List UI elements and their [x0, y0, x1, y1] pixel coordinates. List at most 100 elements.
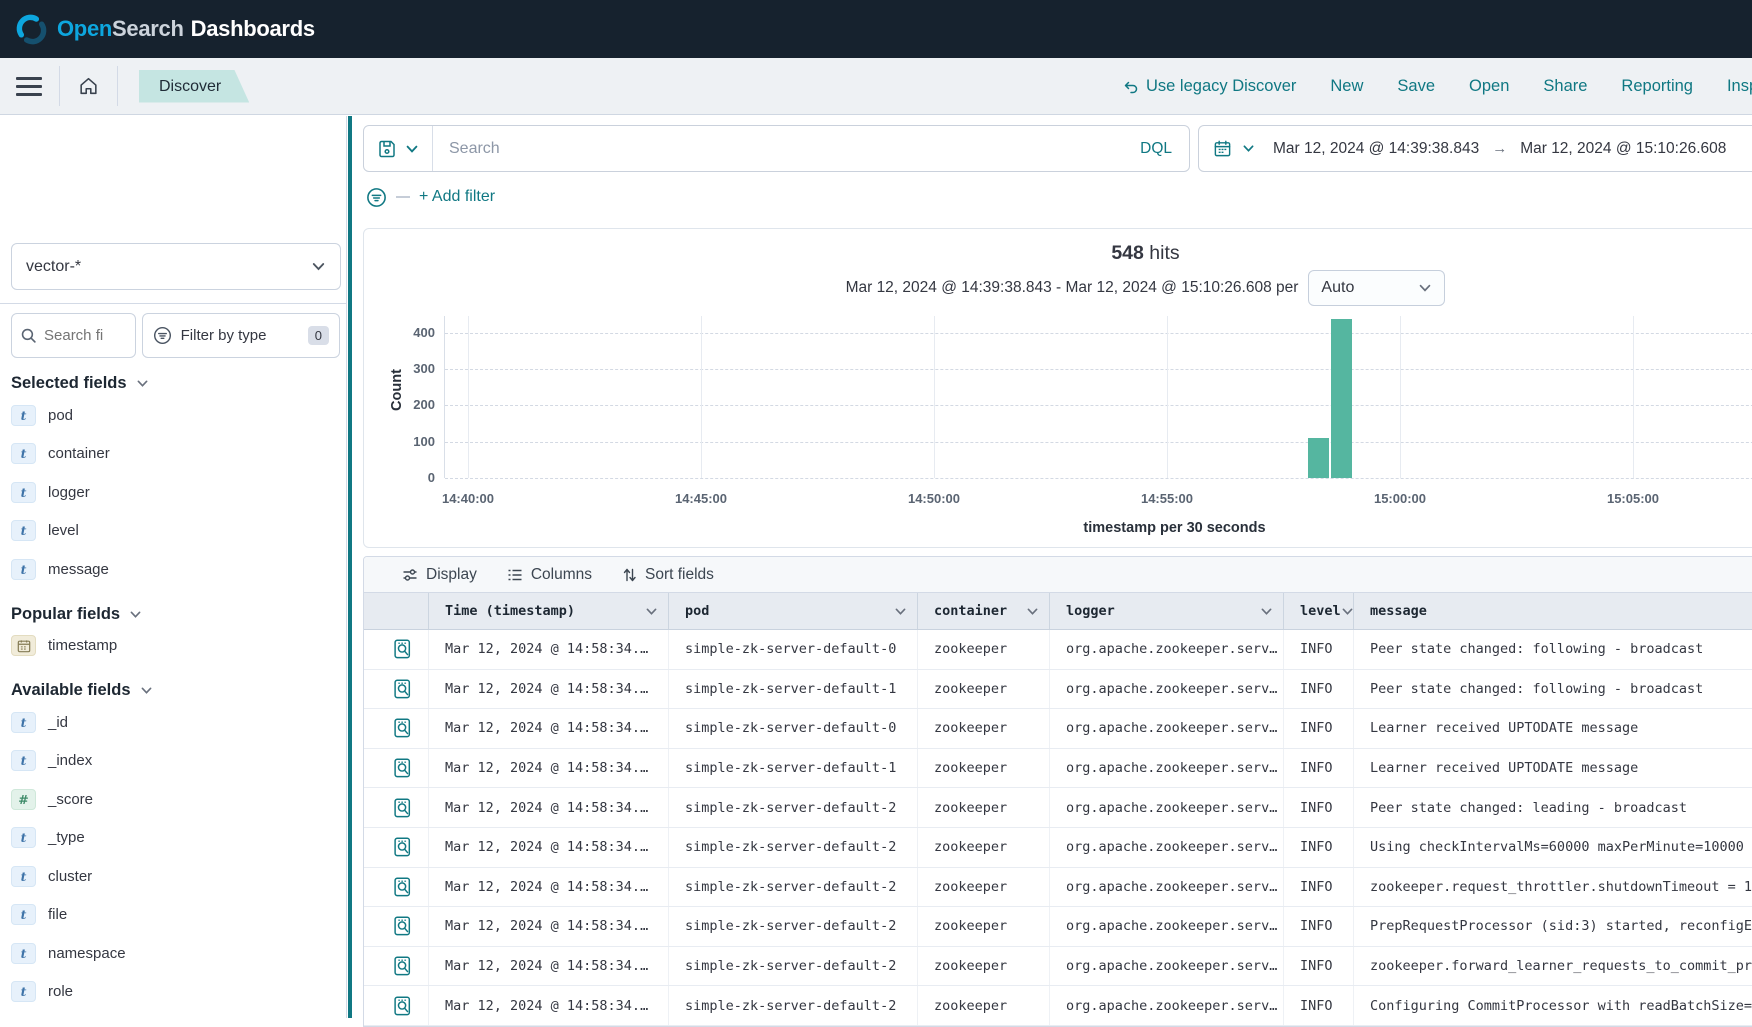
cell-message: zookeeper.forward_learner_requests_to_co… — [1354, 947, 1752, 986]
cell-container: zookeeper — [918, 670, 1050, 709]
field-item-role[interactable]: trole — [11, 973, 346, 1012]
cell-container: zookeeper — [918, 788, 1050, 827]
date-from[interactable]: Mar 12, 2024 @ 14:39:38.843 — [1273, 140, 1479, 158]
cell-message: Learner received UPTODATE message — [1354, 709, 1752, 748]
date-to[interactable]: Mar 12, 2024 @ 15:10:26.608 — [1520, 140, 1726, 158]
text-field-icon: t — [11, 443, 36, 464]
expand-document-button[interactable] — [364, 630, 429, 669]
cell-container: zookeeper — [918, 749, 1050, 788]
field-label: pod — [48, 407, 73, 424]
interval-select[interactable]: Auto — [1308, 270, 1445, 306]
nav-action-share[interactable]: Share — [1543, 77, 1587, 96]
expand-document-button[interactable] — [364, 907, 429, 946]
home-icon[interactable] — [77, 75, 100, 97]
field-sections: Selected fieldstpodtcontainertloggertlev… — [0, 371, 346, 1011]
cell-level: INFO — [1284, 986, 1354, 1025]
cell-logger: org.apache.zookeeper.serv… — [1050, 868, 1284, 907]
expand-document-button[interactable] — [364, 788, 429, 827]
sort-fields-button[interactable]: Sort fields — [622, 566, 714, 584]
field-item-timestamp[interactable]: timestamp — [11, 627, 346, 666]
breadcrumb[interactable]: Discover — [139, 70, 249, 103]
expand-document-button[interactable] — [364, 986, 429, 1025]
column-header-message[interactable]: message — [1354, 593, 1752, 629]
column-header-level[interactable]: level — [1284, 593, 1354, 629]
list-icon — [507, 567, 523, 583]
divider — [59, 66, 60, 106]
query-language-button[interactable]: DQL — [1123, 140, 1189, 158]
field-label: cluster — [48, 868, 92, 885]
nav-action-open[interactable]: Open — [1469, 77, 1509, 96]
chevron-down-icon — [311, 259, 326, 274]
field-item-file[interactable]: tfile — [11, 896, 346, 935]
columns-button[interactable]: Columns — [507, 566, 592, 584]
inspect-document-icon — [394, 956, 412, 976]
expand-document-button[interactable] — [364, 947, 429, 986]
saved-query-menu[interactable] — [364, 139, 432, 159]
expand-document-button[interactable] — [364, 709, 429, 748]
cell-logger: org.apache.zookeeper.serv… — [1050, 788, 1284, 827]
field-search-input[interactable] — [44, 327, 114, 344]
gridline — [468, 316, 469, 478]
text-field-icon: t — [11, 943, 36, 964]
inspect-document-icon — [394, 758, 412, 778]
index-pattern-select[interactable]: vector-* — [11, 243, 341, 290]
expand-document-button[interactable] — [364, 868, 429, 907]
filter-icon[interactable] — [366, 187, 387, 208]
filter-icon — [153, 326, 172, 345]
menu-icon[interactable] — [16, 77, 42, 96]
cell-level: INFO — [1284, 828, 1354, 867]
column-header-container[interactable]: container — [918, 593, 1050, 629]
text-field-icon: t — [11, 405, 36, 426]
cell-pod: simple-zk-server-default-0 — [669, 709, 918, 748]
text-field-icon: t — [11, 750, 36, 771]
display-button[interactable]: Display — [402, 566, 477, 584]
text-field-icon: t — [11, 981, 36, 1002]
text-field-icon: t — [11, 827, 36, 848]
histogram-bar[interactable] — [1331, 319, 1352, 478]
field-item-level[interactable]: tlevel — [11, 512, 346, 551]
expand-document-button[interactable] — [364, 828, 429, 867]
cell-logger: org.apache.zookeeper.serv… — [1050, 828, 1284, 867]
field-item-_index[interactable]: t_index — [11, 742, 346, 781]
chevron-down-icon — [140, 684, 153, 697]
field-item-container[interactable]: tcontainer — [11, 435, 346, 474]
cell-message: Peer state changed: leading - broadcast — [1354, 788, 1752, 827]
nav-action-save[interactable]: Save — [1397, 77, 1435, 96]
column-header-pod[interactable]: pod — [669, 593, 918, 629]
section-title[interactable]: Selected fields — [11, 371, 346, 396]
field-item-_id[interactable]: t_id — [11, 703, 346, 742]
column-header-time[interactable]: Time (timestamp) — [429, 593, 669, 629]
sidebar-resize-handle[interactable] — [348, 116, 352, 1018]
date-picker[interactable]: Mar 12, 2024 @ 14:39:38.843 → Mar 12, 20… — [1198, 125, 1752, 172]
field-item-_type[interactable]: t_type — [11, 819, 346, 858]
x-tick-label: 15:00:00 — [1355, 491, 1445, 506]
field-item-_score[interactable]: #_score — [11, 780, 346, 819]
nav-action-inspect[interactable]: Inspect — [1727, 77, 1752, 96]
nav-action-use-legacy-discover[interactable]: Use legacy Discover — [1123, 77, 1296, 96]
histogram-plot[interactable]: Count timestamp per 30 seconds 010020030… — [444, 316, 1752, 478]
date-field-icon — [11, 635, 36, 656]
nav-action-reporting[interactable]: Reporting — [1621, 77, 1693, 96]
field-label: timestamp — [48, 637, 117, 654]
filter-by-type-button[interactable]: Filter by type 0 — [142, 313, 340, 358]
cell-logger: org.apache.zookeeper.serv… — [1050, 986, 1284, 1025]
cell-logger: org.apache.zookeeper.serv… — [1050, 907, 1284, 946]
field-item-message[interactable]: tmessage — [11, 550, 346, 589]
text-field-icon: t — [11, 482, 36, 503]
field-item-pod[interactable]: tpod — [11, 396, 346, 435]
search-input[interactable] — [433, 140, 1123, 158]
cell-message: Configuring CommitProcessor with readBat… — [1354, 986, 1752, 1025]
field-item-cluster[interactable]: tcluster — [11, 857, 346, 896]
add-filter-button[interactable]: + Add filter — [419, 188, 495, 206]
field-item-logger[interactable]: tlogger — [11, 473, 346, 512]
gridline — [701, 316, 702, 478]
field-item-namespace[interactable]: tnamespace — [11, 934, 346, 973]
column-header-logger[interactable]: logger — [1050, 593, 1284, 629]
expand-document-button[interactable] — [364, 670, 429, 709]
expand-document-button[interactable] — [364, 749, 429, 788]
nav-action-new[interactable]: New — [1330, 77, 1363, 96]
gridline — [445, 478, 1752, 479]
histogram-bar[interactable] — [1308, 438, 1329, 478]
section-title[interactable]: Available fields — [11, 678, 346, 703]
section-title[interactable]: Popular fields — [11, 602, 346, 627]
